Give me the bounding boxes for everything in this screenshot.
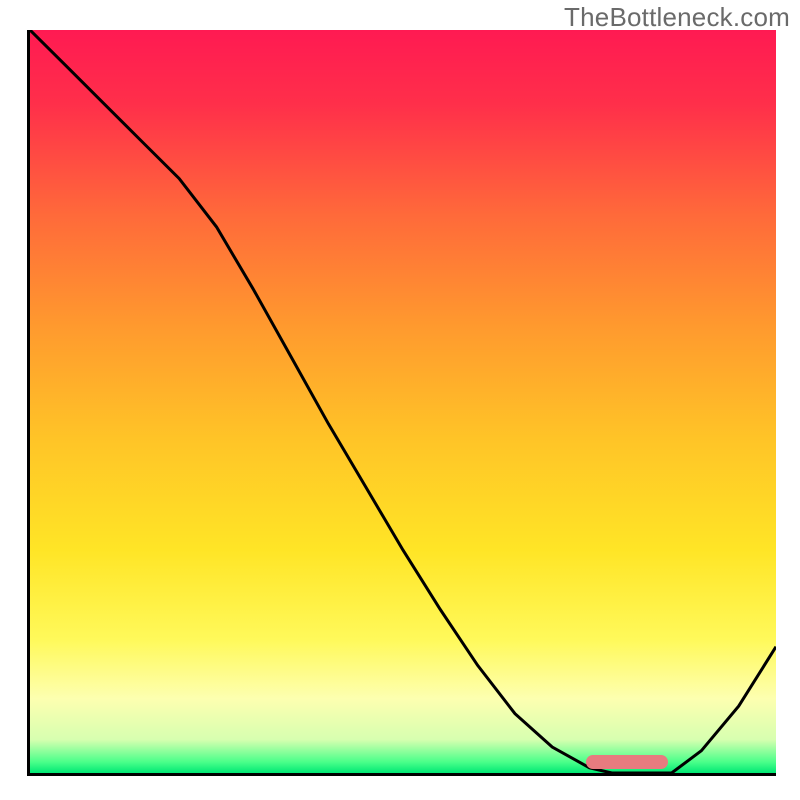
chart-frame: TheBottleneck.com bbox=[0, 0, 800, 800]
watermark-text: TheBottleneck.com bbox=[564, 2, 790, 33]
plot-area bbox=[27, 30, 776, 776]
chart-svg bbox=[30, 30, 776, 773]
optimal-marker bbox=[586, 755, 668, 769]
